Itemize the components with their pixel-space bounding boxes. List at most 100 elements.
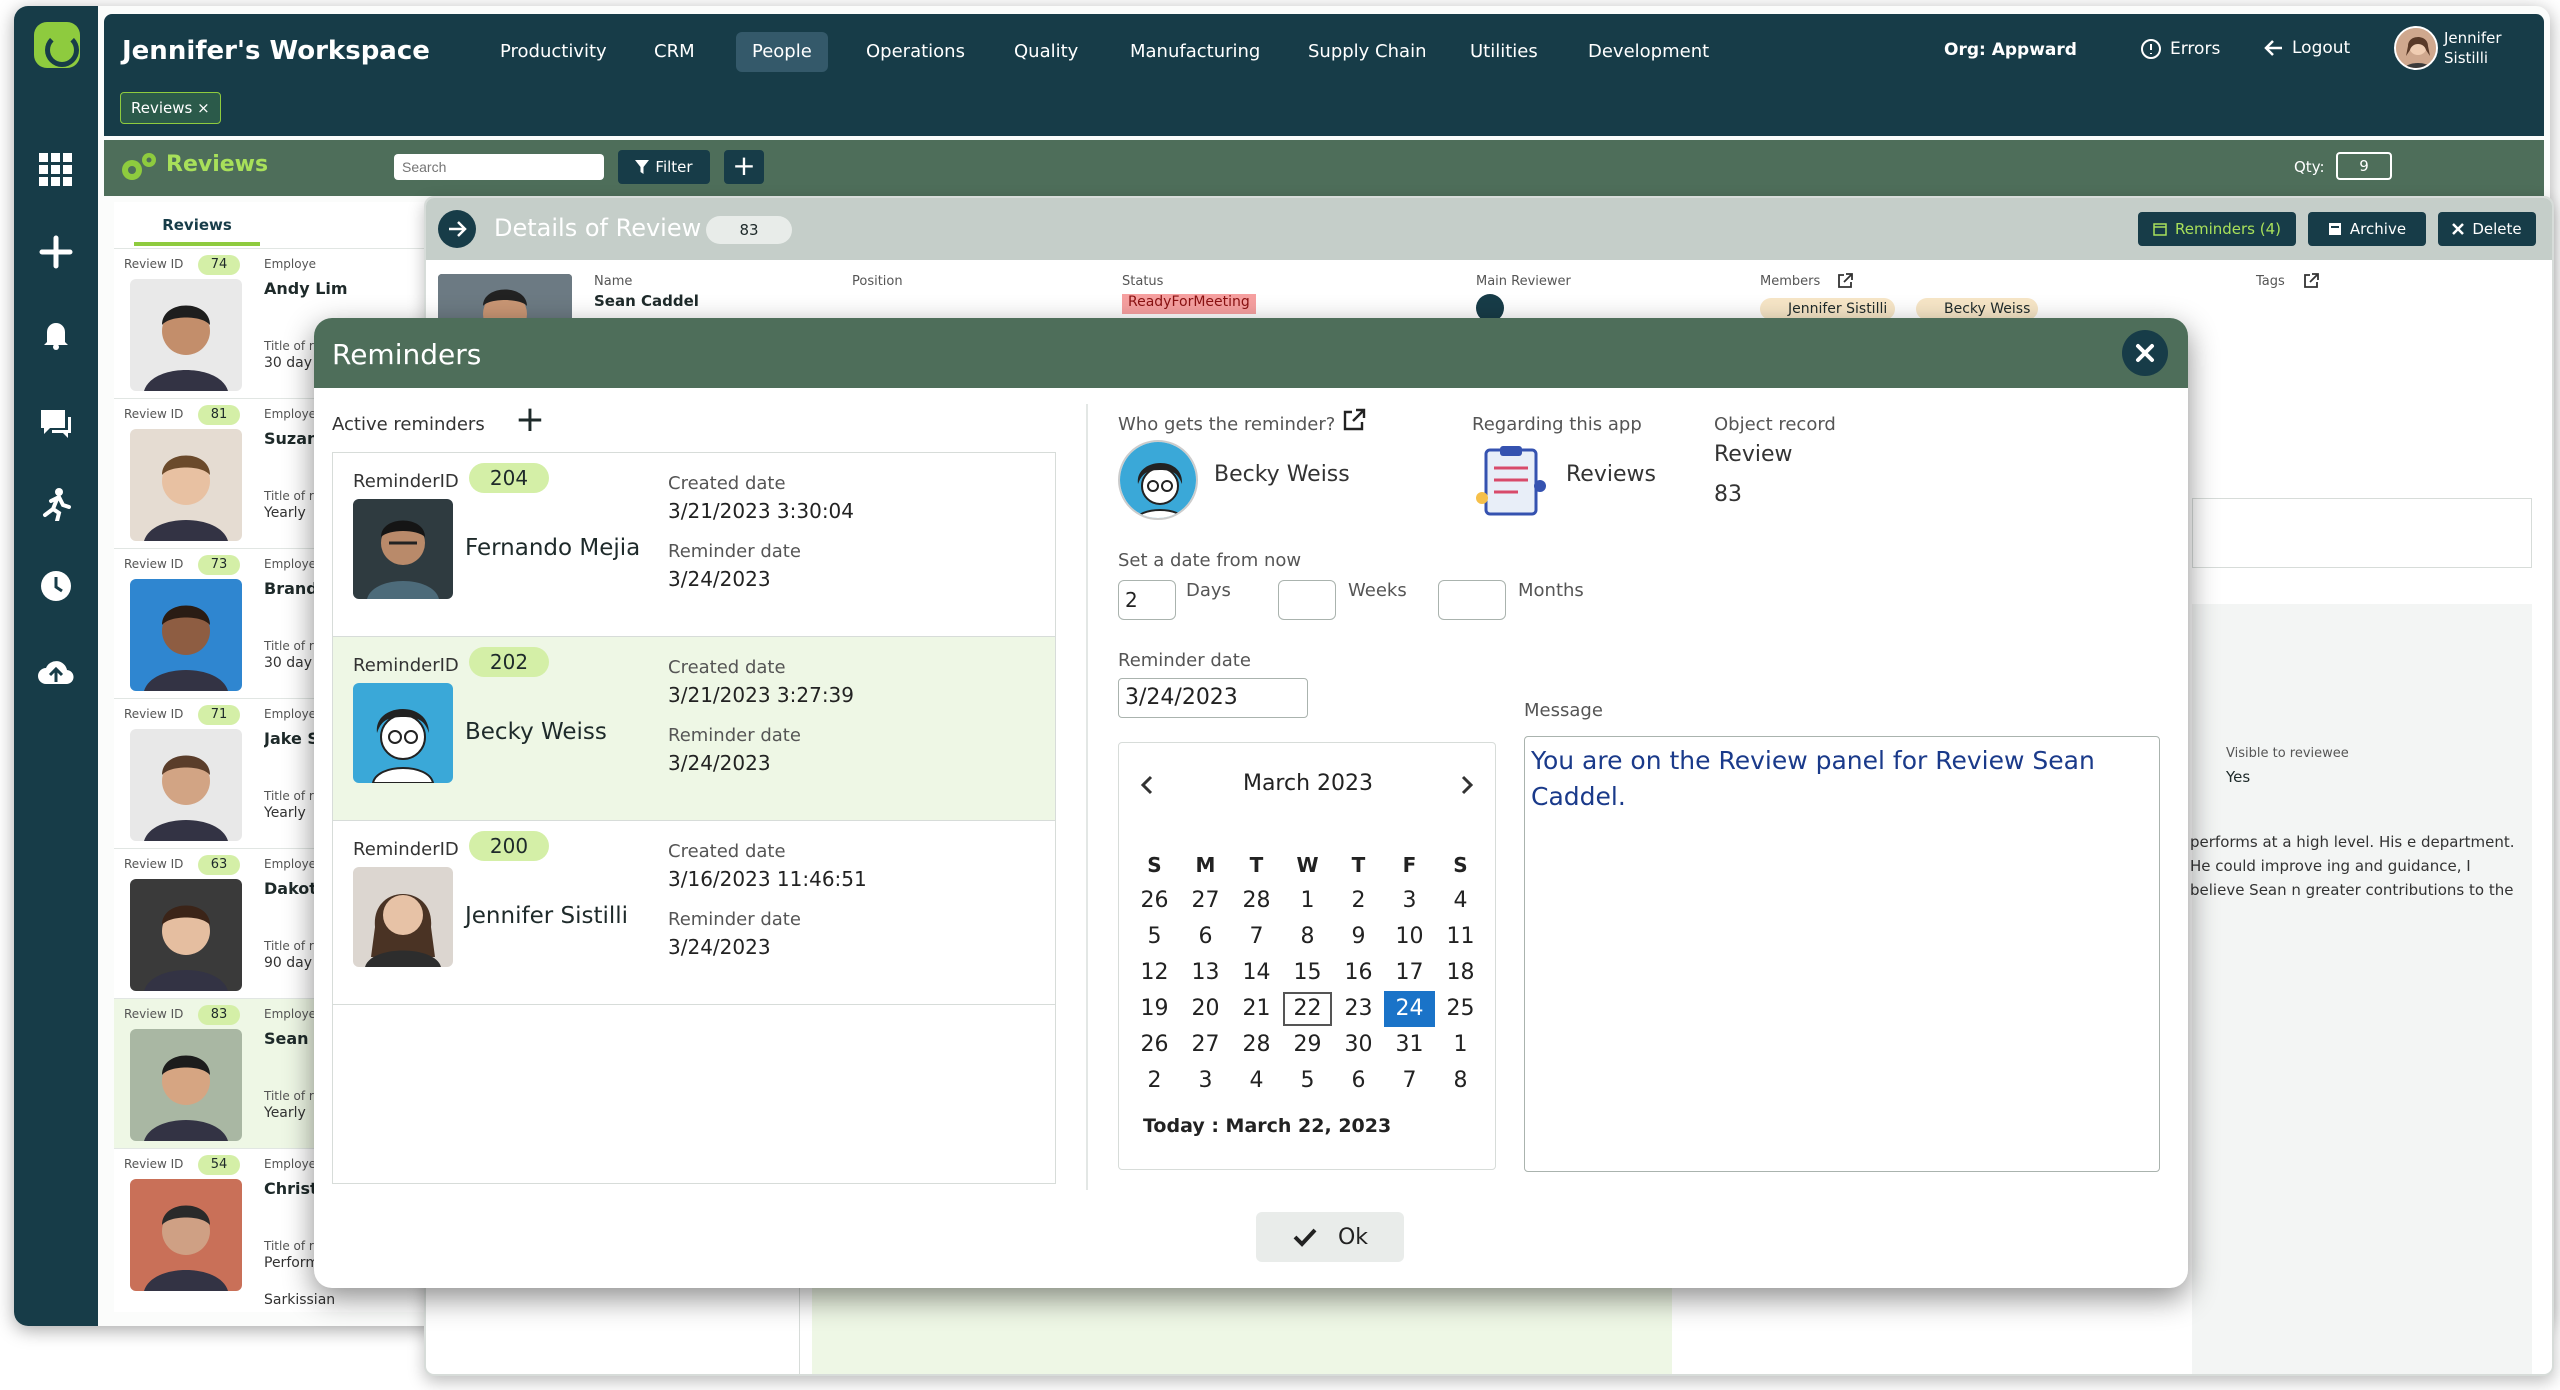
calendar-day[interactable]: 30 xyxy=(1333,1027,1384,1063)
nav-operations[interactable]: Operations xyxy=(850,32,981,72)
ok-button[interactable]: Ok xyxy=(1256,1212,1404,1262)
user-avatar[interactable] xyxy=(2394,26,2438,70)
calendar-day[interactable]: 28 xyxy=(1231,883,1282,919)
calendar-day[interactable]: 24 xyxy=(1384,991,1435,1027)
external-link-icon[interactable] xyxy=(2302,272,2320,290)
nav-development[interactable]: Development xyxy=(1572,32,1725,72)
delete-button[interactable]: Delete xyxy=(2438,212,2536,246)
review-id-badge: 73 xyxy=(198,555,240,575)
calendar-day[interactable]: 4 xyxy=(1435,883,1486,919)
reminder-date-input[interactable]: 3/24/2023 xyxy=(1118,678,1308,718)
plus-icon[interactable] xyxy=(34,230,78,274)
reminders-button[interactable]: Reminders (4) xyxy=(2138,212,2296,246)
calendar-day[interactable]: 13 xyxy=(1180,955,1231,991)
calendar-day[interactable]: 3 xyxy=(1180,1063,1231,1099)
status-badge[interactable]: ReadyForMeeting xyxy=(1122,294,1256,314)
review-type: Perform xyxy=(264,1255,319,1271)
chevron-right-icon[interactable] xyxy=(1459,775,1475,795)
user-name[interactable]: Jennifer Sistilli xyxy=(2444,28,2544,68)
calendar-day[interactable]: 1 xyxy=(1435,1027,1486,1063)
calendar-day[interactable]: 26 xyxy=(1129,883,1180,919)
nav-crm[interactable]: CRM xyxy=(638,32,711,72)
calendar-day[interactable]: 28 xyxy=(1231,1027,1282,1063)
calendar-day[interactable]: 25 xyxy=(1435,991,1486,1027)
clock-icon[interactable] xyxy=(34,564,78,608)
months-input[interactable] xyxy=(1438,580,1506,620)
nav-utilities[interactable]: Utilities xyxy=(1454,32,1554,72)
back-button[interactable] xyxy=(438,210,476,248)
cloud-upload-icon[interactable] xyxy=(34,650,78,694)
calendar-day[interactable]: 22 xyxy=(1282,991,1333,1027)
nav-productivity[interactable]: Productivity xyxy=(484,32,623,72)
calendar-day[interactable]: 2 xyxy=(1333,883,1384,919)
reminder-item[interactable]: ReminderID 200 Jennifer Sistilli Created… xyxy=(333,821,1055,1005)
calendar-day[interactable]: 6 xyxy=(1333,1063,1384,1099)
calendar-day[interactable]: 7 xyxy=(1384,1063,1435,1099)
calendar-day[interactable]: 29 xyxy=(1282,1027,1333,1063)
reminder-item[interactable]: ReminderID 202 Becky Weiss Created date … xyxy=(333,637,1055,821)
calendar-day[interactable]: 19 xyxy=(1129,991,1180,1027)
bell-icon[interactable] xyxy=(34,312,78,356)
calendar-day[interactable]: 1 xyxy=(1282,883,1333,919)
calendar-day[interactable]: 4 xyxy=(1231,1063,1282,1099)
calendar-day[interactable]: 16 xyxy=(1333,955,1384,991)
calendar-day[interactable]: 8 xyxy=(1282,919,1333,955)
message-textarea[interactable]: You are on the Review panel for Review S… xyxy=(1524,736,2160,1172)
weeks-input[interactable] xyxy=(1278,580,1336,620)
errors-button[interactable]: Errors xyxy=(2140,38,2220,60)
external-link-icon[interactable] xyxy=(1836,272,1854,290)
calendar-day[interactable]: 23 xyxy=(1333,991,1384,1027)
run-icon[interactable] xyxy=(34,482,78,526)
calendar-day[interactable]: 5 xyxy=(1282,1063,1333,1099)
recipient-avatar[interactable] xyxy=(1118,440,1198,520)
calendar-day[interactable]: 31 xyxy=(1384,1027,1435,1063)
chat-icon[interactable] xyxy=(34,402,78,446)
filter-button[interactable]: Filter xyxy=(618,150,710,184)
calendar-day[interactable]: 7 xyxy=(1231,919,1282,955)
calendar-day[interactable]: 12 xyxy=(1129,955,1180,991)
calendar-day[interactable]: 17 xyxy=(1384,955,1435,991)
review-id-label: Review ID xyxy=(124,257,184,271)
tab-reviews[interactable]: Reviews xyxy=(134,216,260,246)
object-record-type: Review xyxy=(1714,442,1793,467)
visible-to-reviewee-label: Visible to reviewee xyxy=(2226,746,2349,761)
external-link-icon[interactable] xyxy=(1342,408,1366,432)
calendar-day[interactable]: 26 xyxy=(1129,1027,1180,1063)
search-input[interactable] xyxy=(394,154,604,180)
calendar-day[interactable]: 20 xyxy=(1180,991,1231,1027)
member-chip[interactable]: Becky Weiss xyxy=(1916,298,2039,320)
logout-button[interactable]: Logout xyxy=(2264,38,2350,58)
org-label[interactable]: Org: Appward xyxy=(1944,40,2077,60)
close-tab-icon[interactable]: × xyxy=(197,99,210,117)
member-chip[interactable]: Jennifer Sistilli xyxy=(1760,298,1896,320)
close-modal-button[interactable] xyxy=(2122,330,2168,376)
nav-people[interactable]: People xyxy=(736,32,828,72)
nav-manufacturing[interactable]: Manufacturing xyxy=(1114,32,1276,72)
calendar-day[interactable]: 8 xyxy=(1435,1063,1486,1099)
days-input[interactable]: 2 xyxy=(1118,580,1176,620)
calendar-day[interactable]: 18 xyxy=(1435,955,1486,991)
calendar-day[interactable]: 15 xyxy=(1282,955,1333,991)
reminder-item[interactable]: ReminderID 204 Fernando Mejia Created da… xyxy=(333,453,1055,637)
calendar-day[interactable]: 10 xyxy=(1384,919,1435,955)
open-tab-chip[interactable]: Reviews × xyxy=(120,92,221,124)
details-count: 83 xyxy=(706,216,792,244)
add-review-button[interactable]: + xyxy=(724,150,764,184)
calendar-day[interactable]: 2 xyxy=(1129,1063,1180,1099)
calendar-day[interactable]: 27 xyxy=(1180,883,1231,919)
add-reminder-button[interactable]: + xyxy=(512,402,548,440)
calendar-day[interactable]: 11 xyxy=(1435,919,1486,955)
calendar-day[interactable]: 9 xyxy=(1333,919,1384,955)
apps-grid-icon[interactable] xyxy=(34,148,78,192)
calendar-day[interactable]: 27 xyxy=(1180,1027,1231,1063)
appward-logo-icon[interactable] xyxy=(34,22,80,68)
calendar-day[interactable]: 14 xyxy=(1231,955,1282,991)
calendar-day[interactable]: 5 xyxy=(1129,919,1180,955)
nav-quality[interactable]: Quality xyxy=(998,32,1094,72)
calendar-today-label[interactable]: Today : March 22, 2023 xyxy=(1143,1115,1391,1137)
archive-button[interactable]: Archive xyxy=(2308,212,2426,246)
calendar-day[interactable]: 21 xyxy=(1231,991,1282,1027)
nav-supply-chain[interactable]: Supply Chain xyxy=(1292,32,1442,72)
calendar-day[interactable]: 3 xyxy=(1384,883,1435,919)
calendar-day[interactable]: 6 xyxy=(1180,919,1231,955)
